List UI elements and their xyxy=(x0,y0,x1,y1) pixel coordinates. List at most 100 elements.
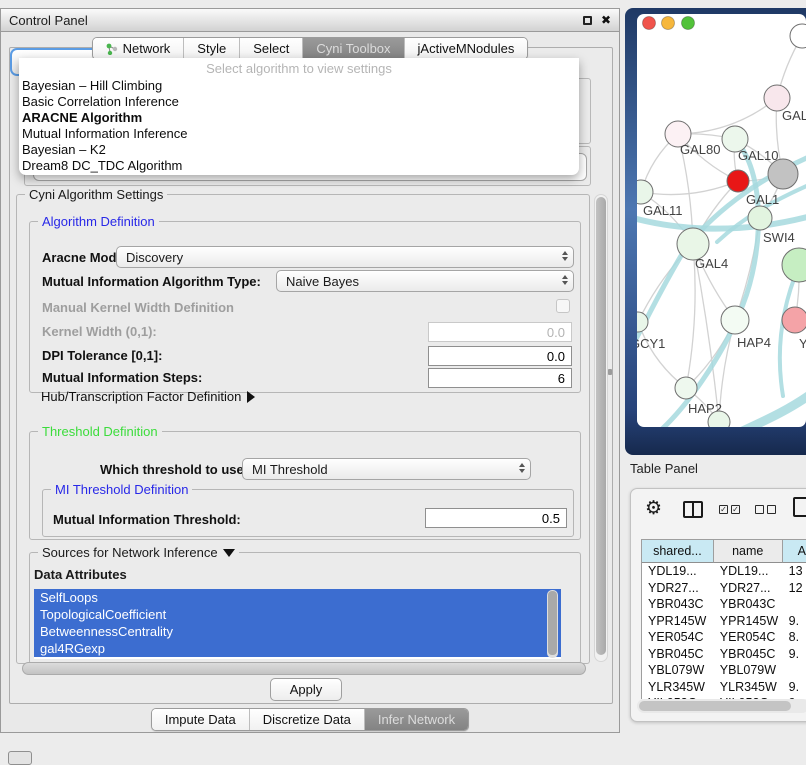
table-row[interactable]: YPR145WYPR145W9. xyxy=(642,613,806,630)
attributes-list-scrollbar[interactable] xyxy=(547,590,558,658)
settings-vertical-scrollbar[interactable] xyxy=(594,194,608,662)
settings-group-title: Cyni Algorithm Settings xyxy=(25,187,167,202)
table-row[interactable]: YBR043CYBR043C xyxy=(642,596,806,613)
kernel-width-field[interactable]: 0.0 xyxy=(428,322,572,342)
tab-network[interactable]: Network xyxy=(93,38,184,59)
node-pink-right[interactable] xyxy=(782,307,806,333)
network-icon xyxy=(106,43,118,55)
zoom-traffic-icon[interactable] xyxy=(682,17,695,30)
table-cell: 9. xyxy=(783,679,806,696)
table-panel-title: Table Panel xyxy=(630,461,698,476)
tab-label: jActiveMNodules xyxy=(418,41,515,56)
node-label-HAP4: HAP4 xyxy=(737,335,771,350)
column-header-shared[interactable]: shared... xyxy=(642,540,714,563)
tab-jactivemnodules[interactable]: jActiveMNodules xyxy=(404,38,528,59)
attribute-item-selfloops[interactable]: SelfLoops xyxy=(34,589,561,606)
mi-type-value: Naive Bayes xyxy=(286,274,359,289)
apply-button[interactable]: Apply xyxy=(270,678,342,701)
table-row[interactable]: YDR27...YDR27...12 xyxy=(642,580,806,597)
splitpane-divider-handle[interactable] xyxy=(608,369,612,375)
table-cell: YBR043C xyxy=(714,596,783,613)
node-gray-node[interactable] xyxy=(768,159,798,189)
table-row[interactable]: YBL079WYBL079W xyxy=(642,662,806,679)
node-HAP4[interactable] xyxy=(721,306,749,334)
file-icon[interactable] xyxy=(793,497,806,517)
float-window-icon[interactable] xyxy=(583,16,592,25)
mi-type-select[interactable]: Naive Bayes xyxy=(276,270,574,292)
column-header-name[interactable]: name xyxy=(714,540,783,563)
node-GAL11[interactable] xyxy=(629,180,653,204)
table-cell: YBR043C xyxy=(642,596,714,613)
select-all-checkboxes-icon[interactable]: ✓✓ xyxy=(719,505,740,514)
algorithm-definition-title: Algorithm Definition xyxy=(38,214,159,229)
aracne-mode-select[interactable]: Discovery xyxy=(116,246,574,268)
minimize-traffic-icon[interactable] xyxy=(662,17,675,30)
tab-style[interactable]: Style xyxy=(183,38,239,59)
attribute-item-betweennesscentrality[interactable]: BetweennessCentrality xyxy=(34,623,561,640)
table-row[interactable]: YLR345WYLR345W9. xyxy=(642,679,806,696)
table-cell: YBL079W xyxy=(642,662,714,679)
tab-select[interactable]: Select xyxy=(239,38,302,59)
node-label-GAL10: GAL10 xyxy=(738,148,778,163)
node-bottom-green[interactable] xyxy=(708,411,730,433)
close-traffic-icon[interactable] xyxy=(643,17,656,30)
tab-discretize-data[interactable]: Discretize Data xyxy=(249,709,364,730)
dpi-tolerance-field[interactable]: 0.0 xyxy=(428,346,572,366)
table-cell: 9. xyxy=(783,613,806,630)
tab-cyni-toolbox[interactable]: Cyni Toolbox xyxy=(302,38,403,59)
mi-type-label: Mutual Information Algorithm Type: xyxy=(42,274,261,289)
table-cell: YDL19... xyxy=(714,563,783,580)
attribute-item-topologicalcoefficient[interactable]: TopologicalCoefficient xyxy=(34,606,561,623)
node-label-GAL11: GAL11 xyxy=(643,203,683,218)
columns-icon[interactable] xyxy=(683,501,703,518)
sources-title[interactable]: Sources for Network Inference xyxy=(38,545,239,560)
mi-threshold-label: Mutual Information Threshold: xyxy=(53,512,241,527)
dropdown-item-bayesian-hill-climbing[interactable]: Bayesian – Hill Climbing xyxy=(19,78,579,94)
bottom-left-panel-button[interactable] xyxy=(8,751,32,765)
threshold-definition-title: Threshold Definition xyxy=(38,424,162,439)
node-HAP2[interactable] xyxy=(675,377,697,399)
settings-horizontal-scrollbar[interactable] xyxy=(22,662,586,675)
node-SWI4[interactable] xyxy=(748,206,772,230)
which-threshold-select[interactable]: MI Threshold xyxy=(242,458,531,480)
tab-infer-network[interactable]: Infer Network xyxy=(364,709,468,730)
data-attributes-label: Data Attributes xyxy=(34,567,127,582)
control-panel-titlebar: Control Panel ✖ xyxy=(1,9,619,32)
data-attributes-list[interactable]: SelfLoopsTopologicalCoefficientBetweenne… xyxy=(34,589,561,659)
segmented-control: Impute DataDiscretize DataInfer Network xyxy=(151,708,469,731)
mi-steps-field[interactable]: 6 xyxy=(428,368,572,388)
dropdown-item-mutual-information-inference[interactable]: Mutual Information Inference xyxy=(19,126,579,142)
table-cell: YPR145W xyxy=(714,613,783,630)
table-cell: 12 xyxy=(783,580,806,597)
dropdown-item-bayesian-k2[interactable]: Bayesian – K2 xyxy=(19,142,579,158)
hub-definition-expander[interactable]: Hub/Transcription Factor Definition xyxy=(41,389,255,404)
node-table[interactable]: shared...nameAYDL19...YDL19...13YDR27...… xyxy=(641,539,806,699)
kernel-width-label: Kernel Width (0,1): xyxy=(42,324,157,339)
table-horizontal-scrollbar[interactable] xyxy=(637,699,806,713)
dropdown-item-aracne-algorithm[interactable]: ARACNE Algorithm xyxy=(19,110,579,126)
table-row[interactable]: YBR045CYBR045C9. xyxy=(642,646,806,663)
table-row[interactable]: YDL19...YDL19...13 xyxy=(642,563,806,580)
tab-impute-data[interactable]: Impute Data xyxy=(152,709,249,730)
mi-steps-label: Mutual Information Steps: xyxy=(42,370,202,385)
column-header-a[interactable]: A xyxy=(783,540,806,563)
manual-kernel-checkbox[interactable] xyxy=(556,299,570,313)
node-GCY1[interactable] xyxy=(628,312,648,332)
table-cell: 8. xyxy=(783,629,806,646)
attribute-item-gal4rgexp[interactable]: gal4RGexp xyxy=(34,640,561,657)
node-GAL1[interactable] xyxy=(727,170,749,192)
gear-icon[interactable]: ⚙ xyxy=(645,497,662,520)
network-canvas[interactable]: GALGAL80GAL10GAL1GAL11SWI4GAL4GCY1HAP4YH… xyxy=(625,8,806,455)
table-cell: YPR145W xyxy=(642,613,714,630)
node-label-GAL1: GAL1 xyxy=(746,192,779,207)
dropdown-item-dream8-dc-tdc-algorithm[interactable]: Dream8 DC_TDC Algorithm xyxy=(19,158,579,174)
deselect-all-checkboxes-icon[interactable] xyxy=(755,505,776,514)
table-cell: 9. xyxy=(783,646,806,663)
table-cell xyxy=(783,596,806,613)
table-row[interactable]: YER054CYER054C8. xyxy=(642,629,806,646)
dropdown-item-basic-correlation-inference[interactable]: Basic Correlation Inference xyxy=(19,94,579,110)
tab-label: Network xyxy=(123,41,171,56)
tab-label: Cyni Toolbox xyxy=(316,41,390,56)
mi-threshold-field[interactable]: 0.5 xyxy=(425,508,567,528)
close-icon[interactable]: ✖ xyxy=(601,14,611,26)
